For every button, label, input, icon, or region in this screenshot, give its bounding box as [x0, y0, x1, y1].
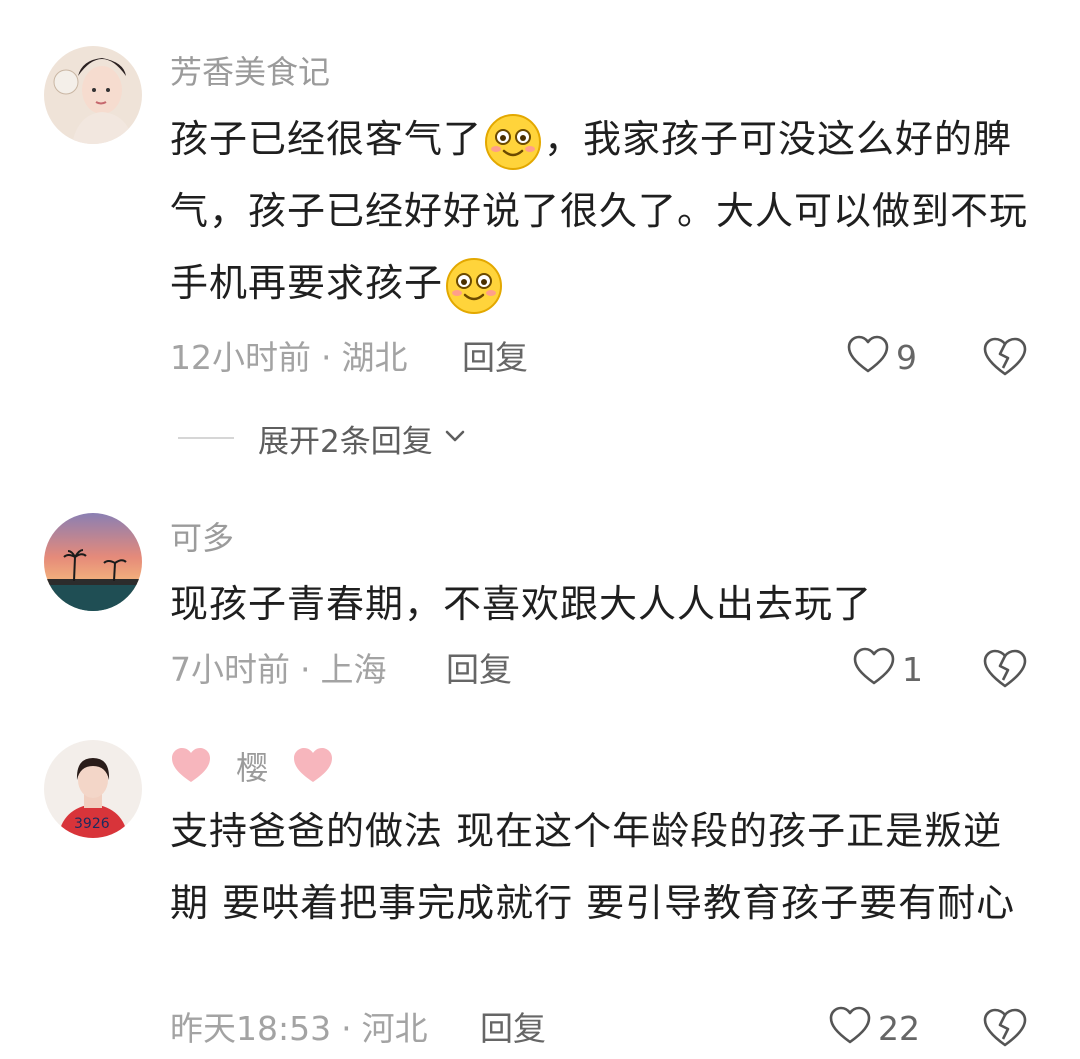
reply-button[interactable]: 回复	[446, 650, 512, 690]
comment-meta: 昨天18:53 · 河北	[170, 1009, 428, 1048]
timestamp: 12小时前	[170, 338, 311, 377]
dislike-button[interactable]	[982, 646, 1028, 692]
heart-outline-icon	[846, 333, 890, 381]
chevron-down-icon	[433, 422, 469, 454]
reply-button[interactable]: 回复	[462, 338, 528, 378]
pink-heart-icon	[170, 746, 212, 793]
comment-text: 支持爸爸的做法 现在这个年龄段的孩子正是叛逆期 要哄着把事完成就行 要引导教育孩…	[170, 809, 1016, 925]
avatar[interactable]	[44, 513, 142, 611]
dislike-button[interactable]	[982, 1005, 1028, 1051]
dislike-button[interactable]	[982, 334, 1028, 380]
location: 湖北	[341, 338, 408, 377]
broken-heart-icon	[982, 1008, 1028, 1055]
like-count: 9	[896, 337, 917, 377]
like-count: 22	[878, 1008, 920, 1048]
smiling-emoji-icon	[445, 257, 503, 315]
timestamp: 昨天18:53	[170, 1009, 332, 1048]
comment-text-part: 孩子已经很客气了	[170, 117, 483, 161]
smiling-emoji-icon	[484, 113, 542, 171]
username[interactable]: 可多	[170, 518, 234, 558]
like-count: 1	[902, 649, 923, 689]
location: 上海	[320, 650, 387, 689]
comment-text: 孩子已经很客气了 ，我家孩子可没这么好的脾气，孩子已经好好说了很久了。大人可以做到…	[170, 103, 1030, 319]
expand-replies-button[interactable]: 展开2条回复	[178, 418, 469, 460]
like-button[interactable]: 1	[852, 644, 923, 694]
heart-outline-icon	[828, 1004, 872, 1052]
reply-button[interactable]: 回复	[480, 1009, 546, 1049]
divider	[178, 437, 234, 439]
broken-heart-icon	[982, 337, 1028, 384]
svg-text:3926: 3926	[74, 816, 110, 832]
pink-heart-icon	[292, 746, 334, 793]
timestamp: 7小时前	[170, 650, 290, 689]
username: 樱	[236, 748, 269, 787]
broken-heart-icon	[982, 649, 1028, 696]
location: 河北	[361, 1009, 428, 1048]
expand-replies-label: 展开2条回复	[258, 423, 433, 460]
avatar[interactable]: 3926	[44, 740, 142, 838]
avatar[interactable]	[44, 46, 142, 144]
username-row[interactable]: 樱	[170, 746, 334, 793]
heart-outline-icon	[852, 645, 896, 693]
like-button[interactable]: 9	[846, 332, 917, 382]
like-button[interactable]: 22	[828, 1003, 920, 1053]
username[interactable]: 芳香美食记	[170, 52, 330, 92]
comment-meta: 12小时前 · 湖北	[170, 338, 408, 377]
comment-text: 现孩子青春期，不喜欢跟大人人出去玩了	[170, 582, 873, 626]
comment-meta: 7小时前 · 上海	[170, 650, 387, 689]
